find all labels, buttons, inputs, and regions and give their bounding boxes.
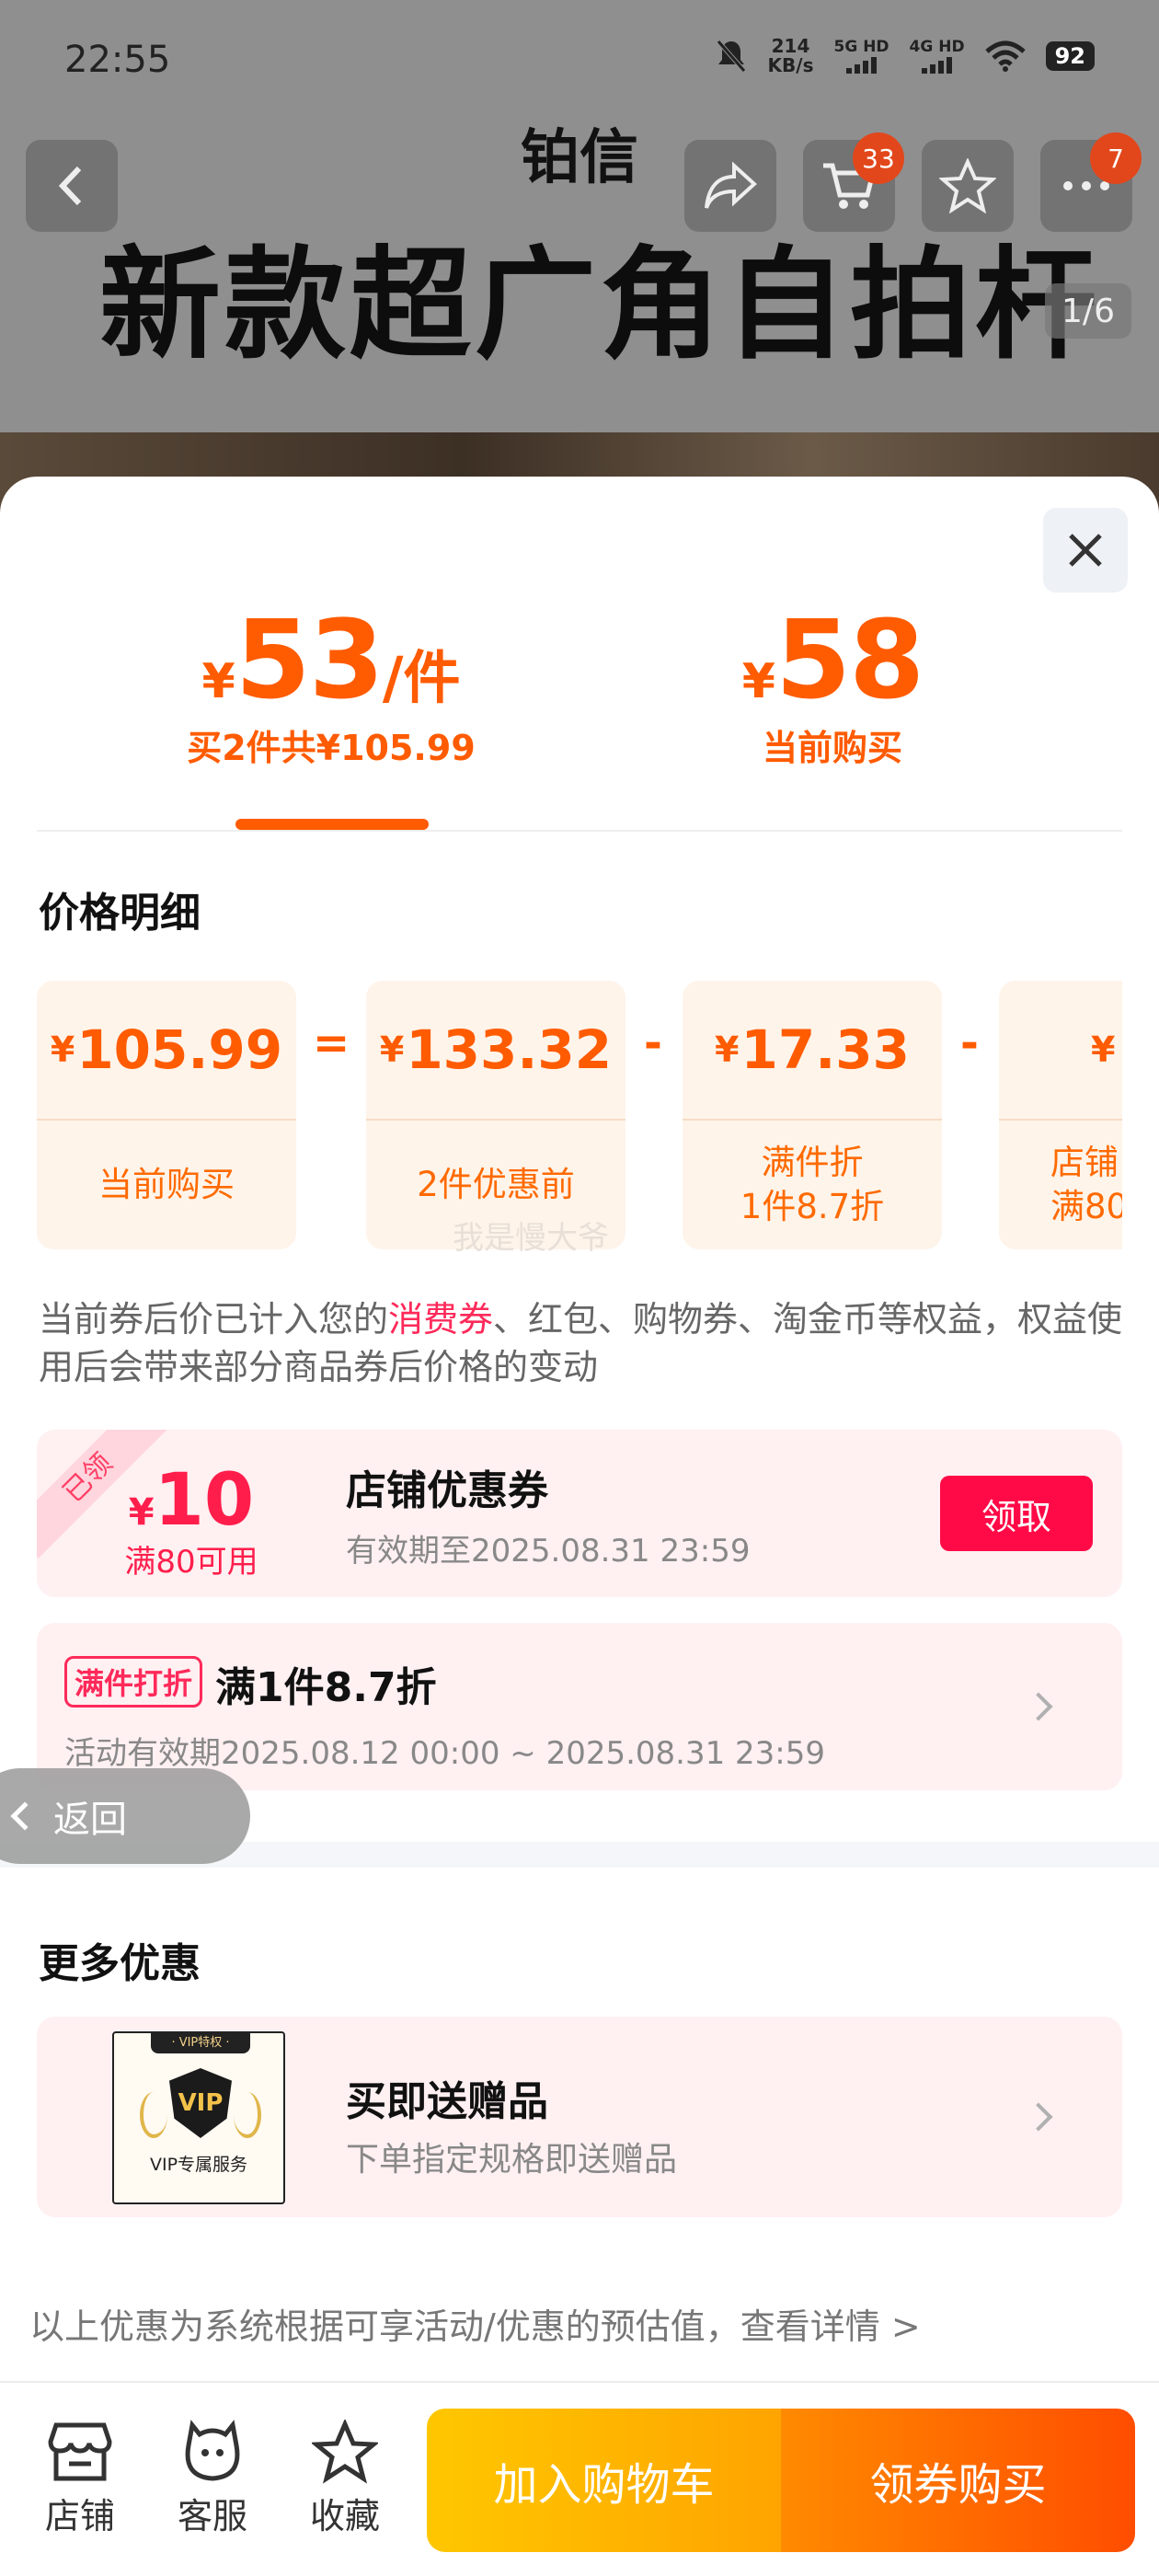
active-tab-indicator [235,819,429,830]
promo-period: 活动有效期2025.08.12 00:00 ~ 2025.08.31 23:59 [64,1735,826,1772]
close-icon [1069,534,1102,567]
share-icon [705,161,757,209]
operator-minus: - [960,1018,979,1069]
share-button[interactable] [684,140,776,232]
coupon-condition: 满80可用 [124,1544,258,1581]
chevron-right-icon [1024,2102,1053,2132]
shop-coupon-card: 已领 ¥10 满80可用 店铺优惠券 有效期至2025.08.31 23:59 … [37,1430,1122,1597]
coupon-amount: ¥10 满80可用 [99,1459,283,1581]
sim1-signal-icon: 5G HD [834,39,889,74]
cta-group: 加入购物车 领券购买 [427,2409,1135,2552]
cart-count-badge: 33 [853,132,904,184]
breakdown-card-original: ¥133.32 2件优惠前 [366,981,625,1249]
wifi-icon [984,40,1026,72]
vip-badge-icon: VIP [169,2068,232,2138]
claim-coupon-button[interactable]: 领取 [940,1476,1093,1551]
tab-single-buy[interactable]: ¥58 当前购买 [699,596,966,770]
mute-bell-icon [716,40,746,73]
chevron-right-icon [1024,1692,1053,1721]
watermark: 我是慢大爷 [453,1220,609,1257]
bottom-divider [0,2381,1159,2383]
image-counter: 1/6 [1045,283,1131,339]
view-details-link[interactable]: 以上优惠为系统根据可享活动/优惠的预估值，查看详情 > [29,2298,921,2349]
tab-divider [37,830,1122,832]
price-detail-sheet: ¥53/件 买2件共¥105.99 ¥58 当前购买 价格明细 ¥105.99 … [0,477,1159,2576]
breakdown-title: 价格明细 [39,890,201,937]
multi-item-discount-card[interactable]: 满件打折 满1件8.7折 活动有效期2025.08.12 00:00 ~ 202… [37,1623,1122,1790]
price-notice: 当前券后价已计入您的消费券、红包、购物券、淘金币等权益，权益使用后会带来部分商品… [39,1299,1123,1387]
sim2-signal-icon: 4G HD [910,39,965,74]
gift-offer-card[interactable]: · VIP特权 · VIP VIP专属服务 买即送赠品 下单指定规格即送赠品 [37,2017,1122,2217]
more-button[interactable]: 7 [1040,132,1142,232]
star-icon [312,2420,378,2484]
breakdown-card-shop-coupon: ¥1 店铺满80 [999,981,1122,1249]
chevron-left-icon [58,166,82,206]
breakdown-card-current: ¥105.99 当前购买 [37,981,296,1249]
status-time: 22:55 [64,39,171,81]
chevron-left-icon [10,1801,40,1831]
single-buy-subtitle: 当前购买 [762,728,902,768]
product-headline: 新款超广角自拍杆 [99,235,1100,376]
favorite-top-button[interactable] [922,140,1014,232]
back-button[interactable] [26,140,118,232]
customer-service-button[interactable]: 客服 [162,2420,263,2538]
customer-service-icon [185,2420,240,2481]
multi-buy-subtitle: 买2件共¥105.99 [187,728,476,768]
shop-button[interactable]: 店铺 [29,2420,131,2538]
star-icon [939,158,996,213]
breakdown-card-discount: ¥17.33 满件折 1件8.7折 [683,981,942,1249]
multi-buy-price: 53 [235,596,384,723]
tab-multi-buy[interactable]: ¥53/件 买2件共¥105.99 [175,596,488,770]
single-buy-price: 58 [775,596,924,723]
more-badge: 7 [1090,132,1142,184]
operator-minus: - [644,1018,662,1069]
add-to-cart-button[interactable]: 加入购物车 [427,2409,781,2552]
operator-equals: = [313,1018,350,1069]
promo-title: 满1件8.7折 [215,1664,437,1711]
coupon-name: 店铺优惠券 [346,1467,548,1514]
coupon-validity: 有效期至2025.08.31 23:59 [346,1533,751,1570]
floating-back-button[interactable]: 返回 [0,1768,250,1864]
battery-icon: 92 [1045,41,1095,71]
gift-name: 买即送赠品 [346,2078,548,2125]
vip-service-thumbnail: · VIP特权 · VIP VIP专属服务 [112,2031,285,2204]
gift-description: 下单指定规格即送赠品 [346,2141,678,2179]
net-speed: 214 KB/s [767,35,814,76]
consumer-coupon-link[interactable]: 消费券 [388,1299,493,1340]
close-button[interactable] [1043,508,1128,592]
shop-icon [48,2422,112,2481]
more-offers-title: 更多优惠 [39,1940,201,1987]
favorite-button[interactable]: 收藏 [294,2420,396,2538]
product-background: 铂信 新款超广角自拍杆 22:55 214 KB/s 5G HD 4G HD 9… [0,0,1159,515]
cart-button[interactable]: 33 [803,132,904,232]
status-icons: 214 KB/s 5G HD 4G HD 92 [715,37,1095,75]
promo-tag: 满件打折 [64,1656,203,1708]
claim-and-buy-button[interactable]: 领券购买 [781,2409,1135,2552]
